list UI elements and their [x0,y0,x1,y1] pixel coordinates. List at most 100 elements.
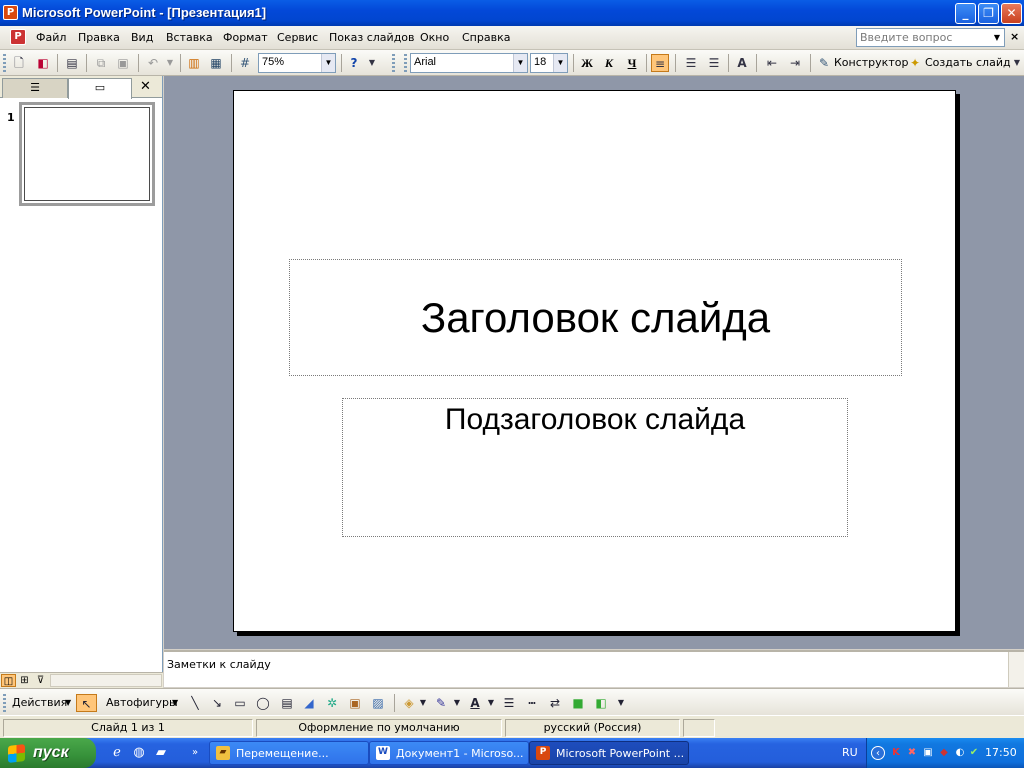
table-icon[interactable]: ▦ [207,54,225,72]
chevron-down-icon[interactable]: ▼ [486,694,496,712]
designer-button[interactable]: Конструктор [834,56,908,69]
wordart-icon[interactable]: ◢ [300,694,318,712]
slide-thumbnail[interactable] [19,102,155,206]
internet-explorer-icon[interactable]: ℯ [108,744,126,762]
network-icon[interactable]: ✖ [905,746,919,760]
toolbar-grip[interactable] [3,54,6,72]
tab-outline[interactable]: ☰ [2,78,68,98]
normal-view-icon[interactable]: ◫ [1,674,16,687]
chevron-down-icon[interactable]: ▼ [452,694,462,712]
bold-button[interactable]: Ж [578,54,596,72]
diagram-icon[interactable]: ✲ [323,694,341,712]
chevron-down-icon[interactable]: ▼ [65,698,71,707]
increase-font-icon[interactable]: A [733,54,751,72]
document-close-button[interactable]: × [1010,30,1019,43]
panel-horizontal-scrollbar[interactable] [50,674,162,687]
monitor-icon[interactable]: ▣ [921,746,935,760]
toolbar-grip[interactable] [404,54,407,72]
decrease-indent-icon[interactable]: ⇤ [763,54,781,72]
chevron-down-icon[interactable]: ▼ [553,54,567,72]
font-select[interactable]: Arial ▼ [410,53,528,73]
chevron-down-icon[interactable]: ▼ [990,29,1004,46]
menu-help[interactable]: Справка [462,31,510,44]
antivirus-icon[interactable]: K [889,746,903,760]
copy-icon[interactable]: ⧉ [92,54,110,72]
notes-pane[interactable]: Заметки к слайду [164,650,1024,687]
slide-title-placeholder[interactable]: Заголовок слайда [289,259,902,376]
font-color-icon[interactable]: A [466,694,484,712]
powerpoint-app-icon[interactable]: P [3,5,18,20]
numbered-list-icon[interactable]: ☰ [682,54,700,72]
security-icon[interactable]: ◆ [937,746,951,760]
line-color-icon[interactable]: ✎ [432,694,450,712]
restore-button[interactable]: ❐ [978,3,999,24]
minimize-button[interactable]: _ [955,3,976,24]
autoshapes-menu[interactable]: Автофигуры [106,696,178,709]
print-icon[interactable]: ▤ [63,54,81,72]
select-pointer-icon[interactable]: ↖ [76,694,97,712]
toolbar-grip[interactable] [3,694,6,712]
textbox-icon[interactable]: ▤ [278,694,296,712]
menu-view[interactable]: Вид [131,31,153,44]
dash-style-icon[interactable]: ┅ [523,694,541,712]
slide-subtitle-placeholder[interactable]: Подзаголовок слайда [342,398,848,537]
document-icon[interactable]: P [10,29,26,45]
font-size-select[interactable]: 18 ▼ [530,53,568,73]
update-icon[interactable]: ✔ [967,746,981,760]
3d-icon[interactable]: ◧ [592,694,610,712]
rectangle-icon[interactable]: ▭ [231,694,249,712]
toolbar-grip[interactable] [392,54,395,72]
taskbar-item-powerpoint[interactable]: P Microsoft PowerPoint ... [529,741,689,765]
line-icon[interactable]: ╲ [186,694,204,712]
help-dropdown-icon[interactable]: ▼ [363,54,381,72]
chevron-down-icon[interactable]: ▼ [321,54,335,72]
underline-button[interactable]: Ч [623,54,641,72]
line-style-icon[interactable]: ☰ [500,694,518,712]
shadow-icon[interactable]: ■ [569,694,587,712]
start-button[interactable]: пуск [0,738,96,768]
arrow-icon[interactable]: ↘ [208,694,226,712]
slide-sorter-icon[interactable]: ⊞ [17,674,32,687]
new-slide-icon[interactable]: ✦ [906,54,924,72]
language-indicator[interactable]: RU [842,746,858,759]
menu-file[interactable]: Файл [36,31,66,44]
tab-slides[interactable]: ▭ [68,78,132,99]
increase-indent-icon[interactable]: ⇥ [786,54,804,72]
chevron-down-icon[interactable]: ▼ [513,54,527,72]
help-search-input[interactable]: Введите вопрос ▼ [856,28,1005,47]
toolbar-options-icon[interactable]: ▼ [1008,54,1024,72]
fill-color-icon[interactable]: ◈ [400,694,418,712]
toolbar-options-icon[interactable]: ▼ [615,694,627,712]
undo-dropdown-icon[interactable]: ▼ [161,54,179,72]
chevron-down-icon[interactable]: ▼ [172,698,178,707]
menu-insert[interactable]: Вставка [166,31,213,44]
slideshow-icon[interactable]: ⊽ [33,674,48,687]
menu-slideshow[interactable]: Показ слайдов [329,31,415,44]
folder-icon[interactable]: ▰ [152,744,170,762]
quicklaunch-expand-icon[interactable]: » [186,744,204,762]
tray-expand-icon[interactable]: ‹ [871,746,885,760]
notes-vertical-scrollbar[interactable] [1008,652,1024,687]
menu-format[interactable]: Формат [223,31,268,44]
open-icon[interactable]: ◧ [34,54,52,72]
browser-icon[interactable]: ◍ [130,744,148,762]
zoom-select[interactable]: 75% ▼ [258,53,336,73]
chevron-down-icon[interactable]: ▼ [418,694,428,712]
menu-window[interactable]: Окно [420,31,449,44]
taskbar-item-explorer[interactable]: ▰ Перемещение... [209,741,369,765]
help-icon[interactable]: ? [345,54,363,72]
volume-icon[interactable]: ◐ [953,746,967,760]
italic-button[interactable]: К [600,54,618,72]
chart-icon[interactable]: ▥ [185,54,203,72]
align-left-icon[interactable]: ≡ [651,54,669,72]
new-document-icon[interactable]: 🗋 [10,54,28,72]
grid-icon[interactable]: # [236,54,254,72]
undo-icon[interactable]: ↶ [144,54,162,72]
bulleted-list-icon[interactable]: ☰ [705,54,723,72]
paste-icon[interactable]: ▣ [114,54,132,72]
designer-icon[interactable]: ✎ [815,54,833,72]
actions-menu[interactable]: Действия [12,696,67,709]
clipart-icon[interactable]: ▣ [346,694,364,712]
taskbar-item-word[interactable]: W Документ1 - Microso... [369,741,529,765]
menu-edit[interactable]: Правка [78,31,120,44]
